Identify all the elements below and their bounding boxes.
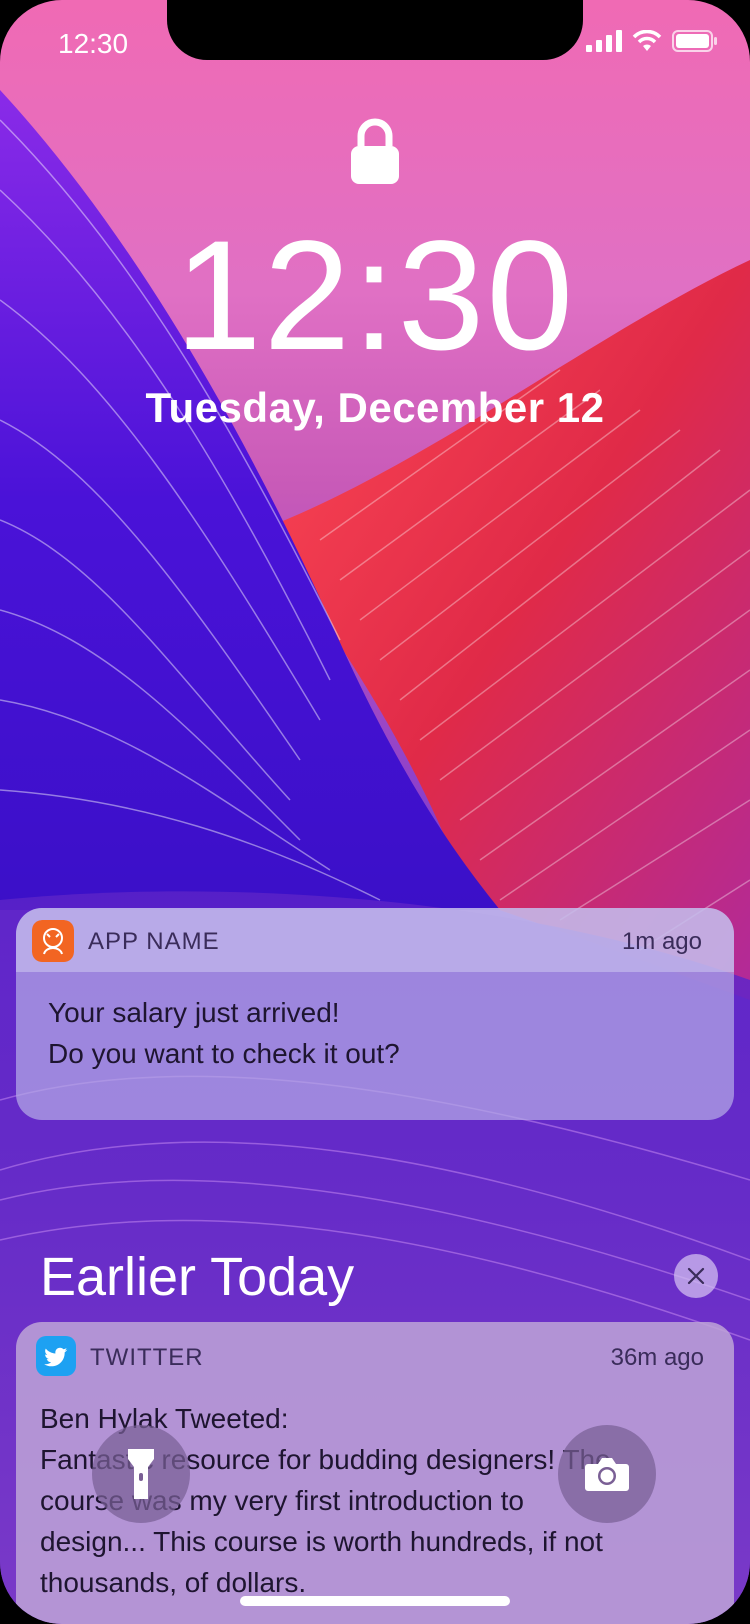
notification-time: 36m ago — [610, 1344, 704, 1371]
lock-screen: 12:30 12:30 Tuesday, December 12 APP NAM… — [0, 0, 750, 1624]
twitter-bird-icon — [36, 1336, 76, 1376]
lockscreen-time: 12:30 — [174, 209, 576, 383]
notch — [167, 0, 583, 60]
camera-button[interactable] — [558, 1425, 656, 1523]
battery-icon — [672, 30, 717, 52]
notification-line: Do you want to check it out? — [48, 1038, 400, 1069]
earlier-today-heading: Earlier Today — [40, 1247, 355, 1307]
wifi-icon — [632, 30, 662, 51]
status-icons — [586, 30, 718, 52]
notification-card-app[interactable]: APP NAME 1m ago Your salary just arrived… — [16, 908, 734, 1120]
flashlight-icon — [128, 1449, 154, 1499]
lock-icon — [351, 118, 399, 184]
notification-line: Your salary just arrived! — [48, 997, 340, 1028]
camera-icon — [585, 1458, 629, 1491]
status-bar-time: 12:30 — [58, 28, 129, 59]
notification-header: TWITTER 36m ago — [16, 1322, 734, 1388]
flashlight-button[interactable] — [92, 1425, 190, 1523]
notification-app-name: APP NAME — [88, 928, 220, 955]
notification-header: APP NAME 1m ago — [16, 908, 734, 972]
notification-time: 1m ago — [621, 928, 702, 955]
close-icon — [687, 1267, 705, 1285]
notification-app-name: TWITTER — [90, 1344, 204, 1371]
notification-body: Your salary just arrived! Do you want to… — [48, 992, 400, 1074]
lockscreen-date: Tuesday, December 12 — [145, 384, 605, 431]
cellular-signal-icon — [586, 30, 622, 52]
home-indicator[interactable] — [240, 1596, 510, 1606]
notification-line: design... This course is worth hundreds,… — [40, 1526, 603, 1557]
clear-notifications-button[interactable] — [674, 1254, 718, 1298]
app-logo-icon — [32, 920, 74, 962]
